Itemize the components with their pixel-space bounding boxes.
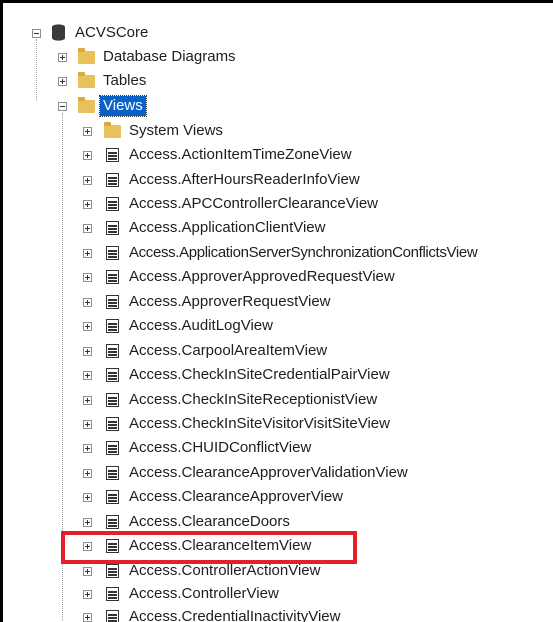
view-icon xyxy=(106,221,119,235)
folder-icon xyxy=(104,122,121,138)
tree-node-tables[interactable]: Tables xyxy=(3,69,553,93)
tree-node-system-views[interactable]: System Views xyxy=(3,119,553,143)
tree-node-label: System Views xyxy=(129,122,223,139)
collapse-icon[interactable] xyxy=(32,29,41,38)
view-icon xyxy=(106,515,119,529)
tree-node-view[interactable]: Access.ActionItemTimeZoneView xyxy=(3,143,553,167)
expand-icon[interactable] xyxy=(83,613,92,622)
tree-node-label: Tables xyxy=(103,72,147,89)
tree-node-label: Access.AfterHoursReaderInfoView xyxy=(129,171,360,188)
expand-icon[interactable] xyxy=(83,347,92,356)
view-icon xyxy=(106,148,119,162)
expand-icon[interactable] xyxy=(58,77,67,86)
expand-icon[interactable] xyxy=(83,469,92,478)
view-icon xyxy=(106,610,119,622)
view-icon xyxy=(106,270,119,284)
tree-node-views[interactable]: Views xyxy=(3,94,553,118)
tree-node-label: Access.ApproverRequestView xyxy=(129,293,331,310)
expand-icon[interactable] xyxy=(83,518,92,527)
tree-node-view[interactable]: Access.ApplicationClientView xyxy=(3,216,553,240)
tree-node-label: Access.ClearanceApproverValidationView xyxy=(129,464,408,481)
view-icon xyxy=(106,173,119,187)
tree-node-view[interactable]: Access.CheckInSiteReceptionistView xyxy=(3,388,553,412)
tree-node-view[interactable]: Access.AuditLogView xyxy=(3,314,553,338)
tree-node-database-diagrams[interactable]: Database Diagrams xyxy=(3,45,553,69)
expand-icon[interactable] xyxy=(83,249,92,258)
expand-icon[interactable] xyxy=(83,127,92,136)
expand-icon[interactable] xyxy=(83,273,92,282)
tree-node-label: Access.ControllerActionView xyxy=(129,562,321,579)
expand-icon[interactable] xyxy=(83,176,92,185)
view-icon xyxy=(106,295,119,309)
view-icon xyxy=(106,441,119,455)
tree-node-acvscore[interactable]: ACVSCore xyxy=(3,21,553,45)
view-icon xyxy=(106,587,119,601)
tree-node-label: Database Diagrams xyxy=(103,48,236,65)
view-icon xyxy=(106,246,119,260)
expand-icon[interactable] xyxy=(58,53,67,62)
tree-node-view[interactable]: Access.ApplicationServerSynchronizationC… xyxy=(3,241,553,265)
view-icon xyxy=(106,393,119,407)
tree-node-view[interactable]: Access.AfterHoursReaderInfoView xyxy=(3,168,553,192)
view-icon xyxy=(106,564,119,578)
tree-node-label: Access.CheckInSiteCredentialPairView xyxy=(129,366,390,383)
expand-icon[interactable] xyxy=(83,322,92,331)
tree-node-view[interactable]: Access.CarpoolAreaItemView xyxy=(3,339,553,363)
tree-node-label: Access.CarpoolAreaItemView xyxy=(129,342,328,359)
expand-icon[interactable] xyxy=(83,151,92,160)
tree-node-label: Access.ApplicationClientView xyxy=(129,219,326,236)
tree-node-label: Access.AuditLogView xyxy=(129,317,273,334)
tree-node-label: Access.ActionItemTimeZoneView xyxy=(129,146,352,163)
tree-node-label: ACVSCore xyxy=(75,24,149,41)
tree-node-label: Access.CheckInSiteVisitorVisitSiteView xyxy=(129,415,390,432)
tree-node-view[interactable]: Access.CredentialInactivityView xyxy=(3,605,553,622)
tree-node-label: Views xyxy=(99,95,147,117)
tree-node-label: Access.ClearanceDoors xyxy=(129,513,290,530)
tree-node-label: Access.ControllerView xyxy=(129,585,279,602)
tree-node-view[interactable]: Access.ClearanceApproverView xyxy=(3,485,553,509)
tree-node-view[interactable]: Access.ApproverRequestView xyxy=(3,290,553,314)
folder-icon xyxy=(78,48,95,64)
expand-icon[interactable] xyxy=(83,224,92,233)
tree-node-view[interactable]: Access.ControllerView xyxy=(3,582,553,606)
expand-icon[interactable] xyxy=(83,590,92,599)
view-icon xyxy=(106,490,119,504)
tree-node-label: Access.ApplicationServerSynchronizationC… xyxy=(129,244,478,261)
tree-node-label: Access.APCControllerClearanceView xyxy=(129,195,378,212)
expand-icon[interactable] xyxy=(83,567,92,576)
collapse-icon[interactable] xyxy=(58,102,67,111)
tree-node-view[interactable]: Access.ClearanceApproverValidationView xyxy=(3,461,553,485)
view-icon xyxy=(106,466,119,480)
expand-icon[interactable] xyxy=(83,298,92,307)
database-icon xyxy=(52,24,65,41)
tree-node-label: Access.CheckInSiteReceptionistView xyxy=(129,391,378,408)
view-icon xyxy=(106,319,119,333)
tree-node-view[interactable]: Access.CHUIDConflictView xyxy=(3,436,553,460)
view-icon xyxy=(106,417,119,431)
tree-node-view[interactable]: Access.CheckInSiteCredentialPairView xyxy=(3,363,553,387)
view-icon xyxy=(106,344,119,358)
tree-node-view[interactable]: Access.CheckInSiteVisitorVisitSiteView xyxy=(3,412,553,436)
tree-node-label: Access.ClearanceApproverView xyxy=(129,488,343,505)
expand-icon[interactable] xyxy=(83,444,92,453)
expand-icon[interactable] xyxy=(83,200,92,209)
tree-node-view[interactable]: Access.ControllerActionView xyxy=(3,559,553,583)
tree-node-label: Access.CHUIDConflictView xyxy=(129,439,312,456)
tree-node-label: Access.ApproverApprovedRequestView xyxy=(129,268,395,285)
tree-node-view[interactable]: Access.ApproverApprovedRequestView xyxy=(3,265,553,289)
view-icon xyxy=(106,197,119,211)
folder-icon xyxy=(78,72,95,88)
expand-icon[interactable] xyxy=(83,420,92,429)
expand-icon[interactable] xyxy=(83,493,92,502)
tree-node-label: Access.CredentialInactivityView xyxy=(129,608,341,622)
expand-icon[interactable] xyxy=(83,396,92,405)
view-icon xyxy=(106,368,119,382)
folder-icon xyxy=(78,97,95,113)
object-explorer-tree: ACVSCore Database Diagrams Tables Views … xyxy=(0,0,553,622)
tree-node-view[interactable]: Access.APCControllerClearanceView xyxy=(3,192,553,216)
expand-icon[interactable] xyxy=(83,371,92,380)
